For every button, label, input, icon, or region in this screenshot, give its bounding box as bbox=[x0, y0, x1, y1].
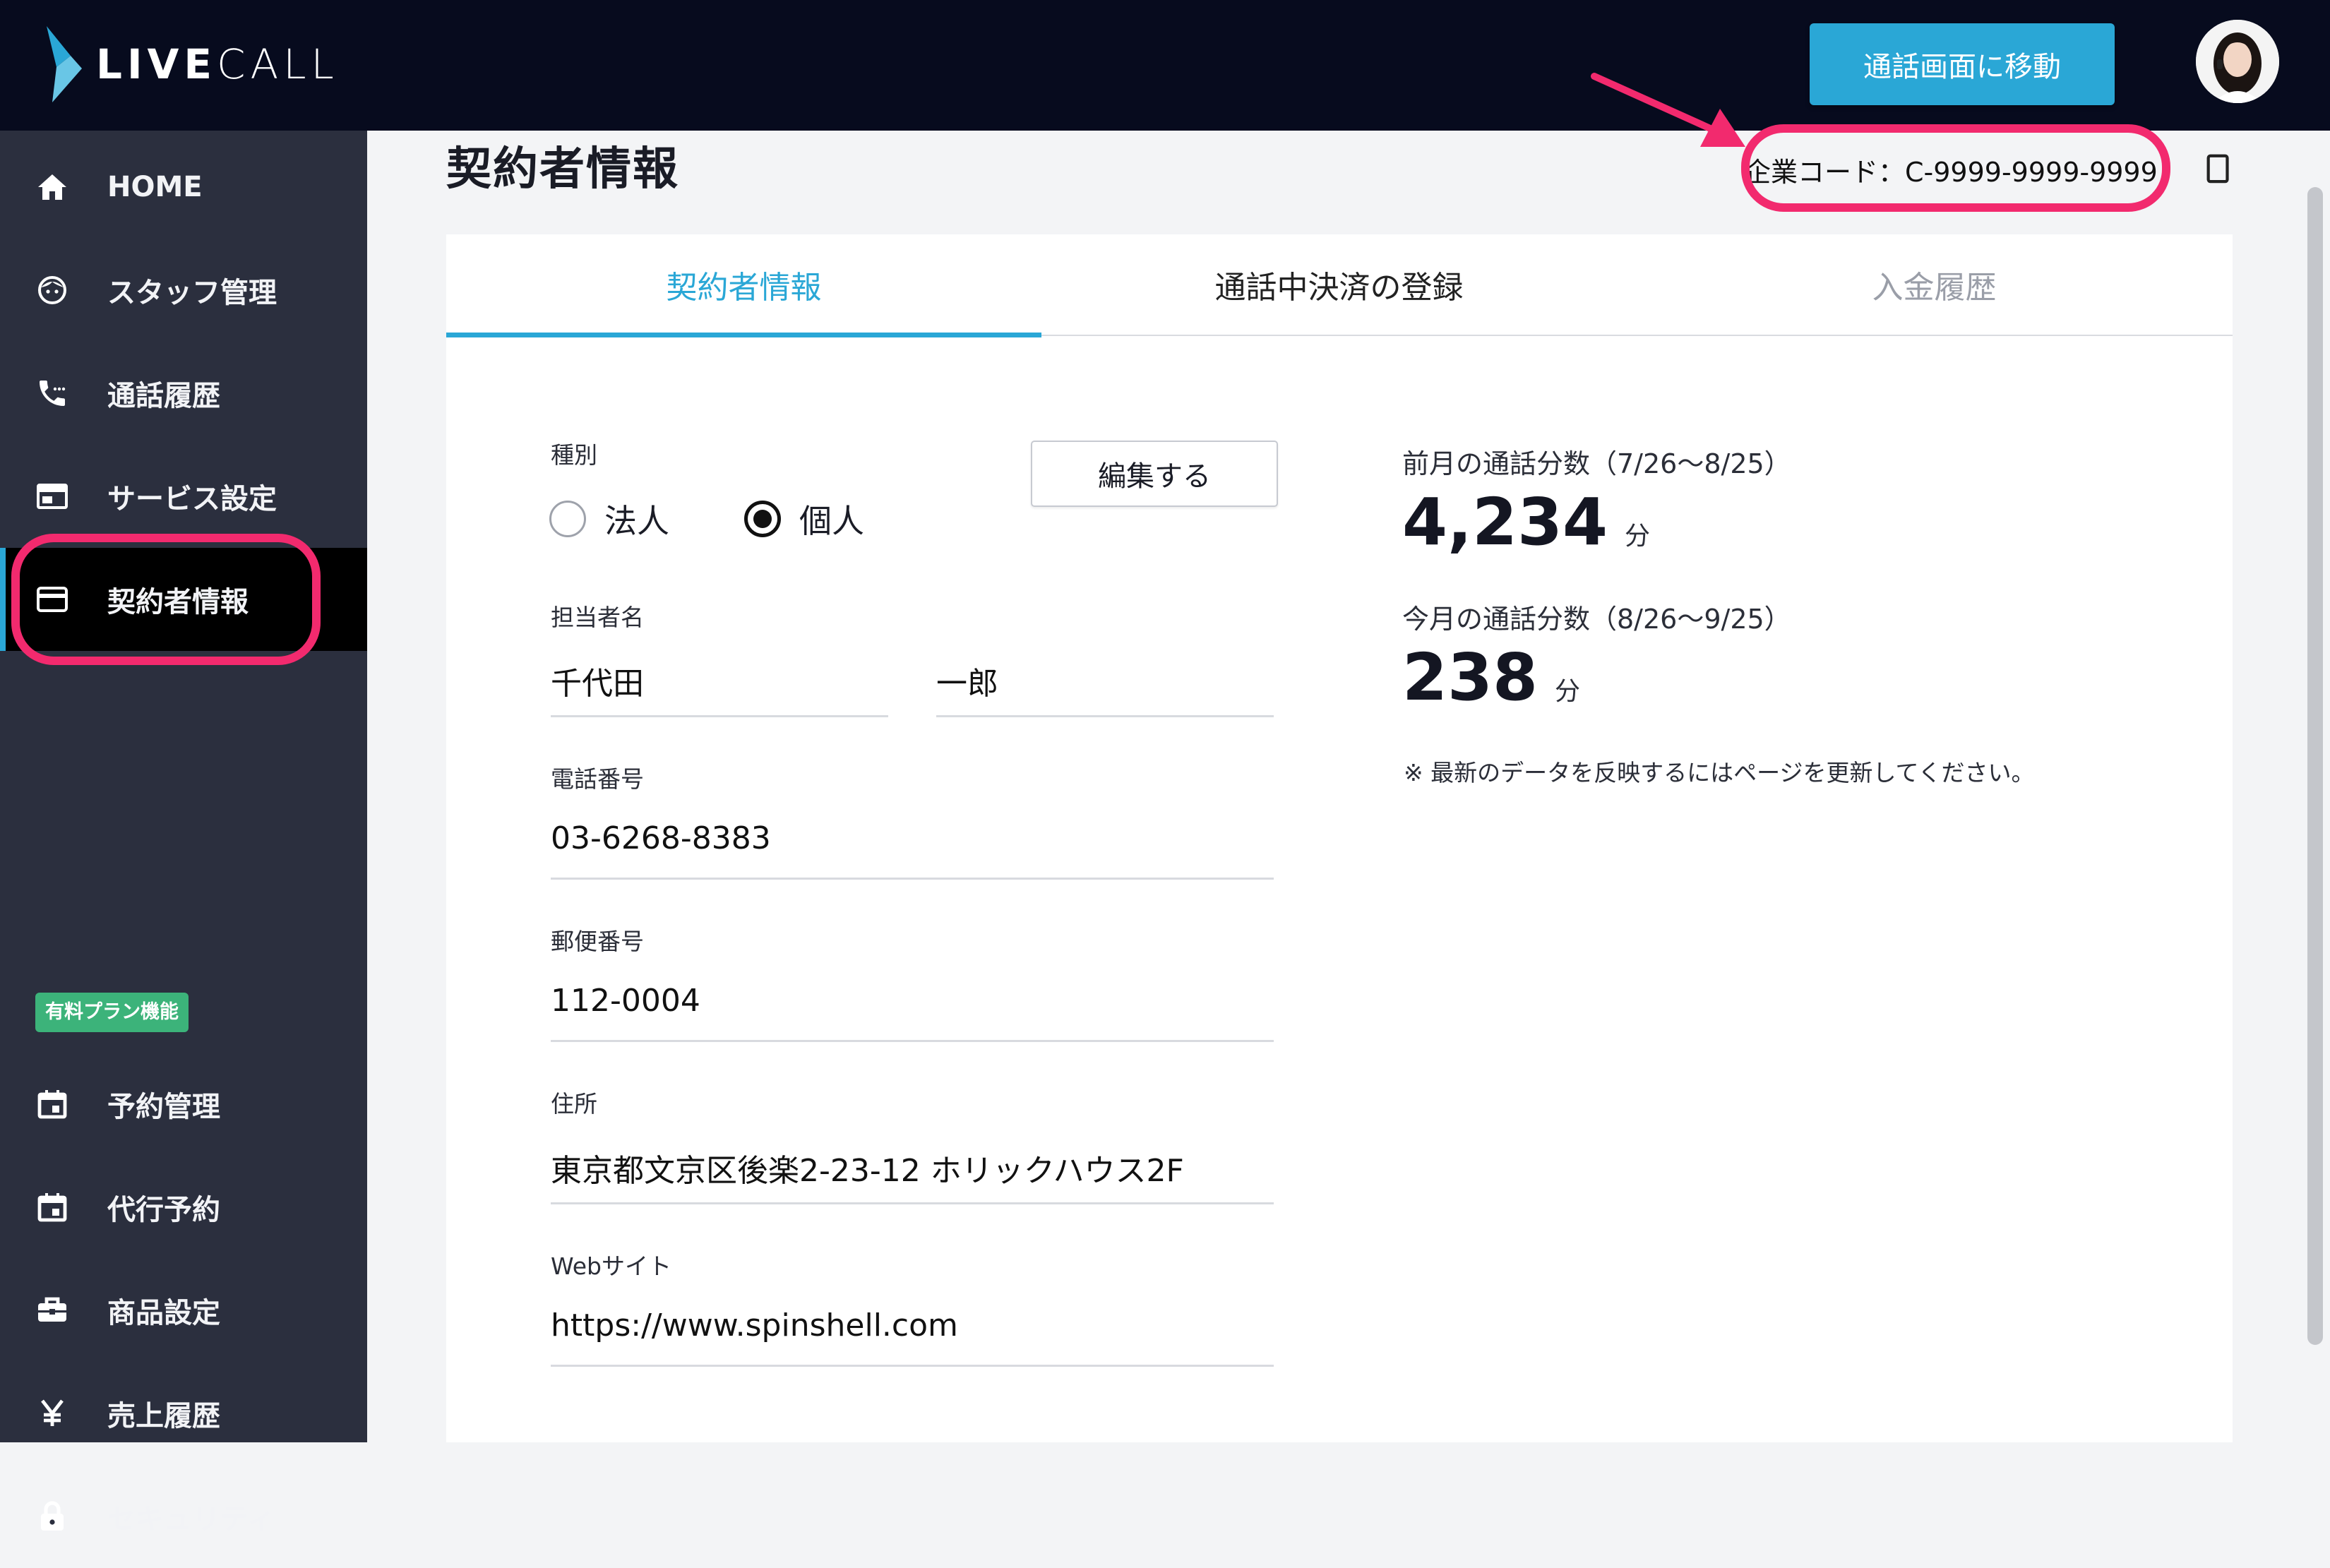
radio-circle bbox=[549, 501, 586, 537]
refresh-note: ※ 最新のデータを反映するにはページを更新してください。 bbox=[1404, 759, 2035, 786]
sidebar-item-label: サービス設定 bbox=[107, 483, 277, 515]
service-card-icon bbox=[34, 478, 71, 515]
prev-month-minutes-value: 4,234 bbox=[1402, 484, 1608, 560]
paid-plan-badge: 有料プラン機能 bbox=[35, 993, 189, 1032]
last-name-field[interactable]: 千代田 bbox=[551, 658, 888, 717]
tab-contractor-info[interactable]: 契約者情報 bbox=[446, 234, 1041, 337]
sidebar-item-service-settings[interactable]: サービス設定 bbox=[0, 445, 367, 548]
tab-bar: 契約者情報 通話中決済の登録 入金履歴 bbox=[446, 234, 2233, 337]
yen-icon bbox=[34, 1395, 71, 1432]
page-title: 契約者情報 bbox=[446, 143, 679, 196]
sidebar-item-reservations[interactable]: 予約管理 bbox=[0, 1053, 367, 1156]
sidebar: HOME スタッフ管理 通話履歴 サービス設定 契約者情報 有料プラン機能 予約… bbox=[0, 131, 367, 1536]
sidebar-item-staff[interactable]: スタッフ管理 bbox=[0, 239, 367, 342]
calendar-icon bbox=[34, 1189, 71, 1226]
sidebar-item-label: 予約管理 bbox=[107, 1091, 220, 1123]
edit-button[interactable]: 編集する bbox=[1031, 441, 1278, 507]
prev-month-minutes-label: 前月の通話分数（7/26〜8/25） bbox=[1402, 448, 1791, 479]
postal-code-label: 郵便番号 bbox=[551, 928, 644, 955]
user-avatar[interactable] bbox=[2196, 20, 2279, 103]
sidebar-item-label: 商品設定 bbox=[107, 1297, 220, 1329]
sidebar-item-proxy-reservation[interactable]: 代行予約 bbox=[0, 1156, 367, 1259]
sidebar-item-label: セキュリティ bbox=[107, 1503, 275, 1536]
phone-icon bbox=[34, 375, 71, 412]
phone-label: 電話番号 bbox=[551, 765, 644, 793]
home-icon bbox=[34, 169, 71, 205]
minutes-unit: 分 bbox=[1555, 677, 1581, 706]
pointer-arrow-icon bbox=[1591, 73, 1745, 147]
prev-month-minutes: 4,234 分 bbox=[1402, 484, 1650, 560]
sidebar-item-sales-history[interactable]: 売上履歴 bbox=[0, 1362, 367, 1465]
logo-mark-icon bbox=[47, 26, 82, 102]
logo-text: LIVECALL bbox=[96, 40, 339, 88]
sidebar-item-label: 通話履歴 bbox=[107, 380, 220, 412]
curr-month-minutes-label: 今月の通話分数（8/26〜9/25） bbox=[1402, 604, 1791, 635]
radio-label: 法人 bbox=[604, 502, 669, 540]
sidebar-item-label: HOME bbox=[107, 171, 203, 203]
contact-name-label: 担当者名 bbox=[551, 604, 644, 631]
first-name-field[interactable]: 一郎 bbox=[936, 658, 1274, 717]
minutes-unit: 分 bbox=[1625, 522, 1651, 551]
sidebar-item-home[interactable]: HOME bbox=[0, 136, 367, 239]
calendar-icon bbox=[34, 1086, 71, 1123]
postal-code-field[interactable]: 112-0004 bbox=[551, 983, 1274, 1042]
livecall-logo[interactable]: LIVECALL bbox=[42, 25, 339, 103]
website-field[interactable]: https://www.spinshell.com bbox=[551, 1307, 1274, 1367]
radio-label: 個人 bbox=[799, 502, 864, 540]
radio-individual[interactable]: 個人 bbox=[744, 496, 864, 542]
radio-corporate[interactable]: 法人 bbox=[549, 496, 669, 542]
address-label: 住所 bbox=[551, 1090, 597, 1118]
tab-payment-history[interactable]: 入金履歴 bbox=[1637, 234, 2232, 335]
sidebar-item-call-history[interactable]: 通話履歴 bbox=[0, 342, 367, 445]
company-code-highlight-annotation bbox=[1741, 124, 2170, 212]
radio-circle bbox=[744, 501, 781, 537]
phone-field[interactable]: 03-6268-8383 bbox=[551, 820, 1274, 880]
sidebar-item-product-settings[interactable]: 商品設定 bbox=[0, 1259, 367, 1362]
sidebar-item-label: 代行予約 bbox=[107, 1194, 220, 1226]
lock-icon bbox=[34, 1498, 71, 1535]
staff-face-icon bbox=[34, 272, 71, 309]
sidebar-item-label: 売上履歴 bbox=[107, 1400, 220, 1432]
tab-in-call-payment[interactable]: 通話中決済の登録 bbox=[1041, 234, 1637, 335]
page-scrollbar[interactable] bbox=[2307, 187, 2323, 1345]
copy-icon[interactable] bbox=[2203, 148, 2235, 188]
sidebar-item-label: スタッフ管理 bbox=[107, 277, 277, 309]
curr-month-minutes-value: 238 bbox=[1402, 640, 1539, 715]
address-field[interactable]: 東京都文京区後楽2-23-12 ホリックハウス2F bbox=[551, 1145, 1274, 1204]
briefcase-icon bbox=[34, 1292, 71, 1329]
type-label: 種別 bbox=[551, 441, 597, 469]
goto-call-screen-button[interactable]: 通話画面に移動 bbox=[1810, 23, 2115, 105]
curr-month-minutes: 238 分 bbox=[1402, 640, 1580, 715]
website-label: Webサイト bbox=[551, 1252, 671, 1280]
sidebar-highlight-annotation bbox=[11, 534, 321, 665]
sidebar-item-security[interactable]: セキュリティ bbox=[0, 1465, 367, 1568]
top-bar: LIVECALL 通話画面に移動 bbox=[0, 0, 2330, 131]
